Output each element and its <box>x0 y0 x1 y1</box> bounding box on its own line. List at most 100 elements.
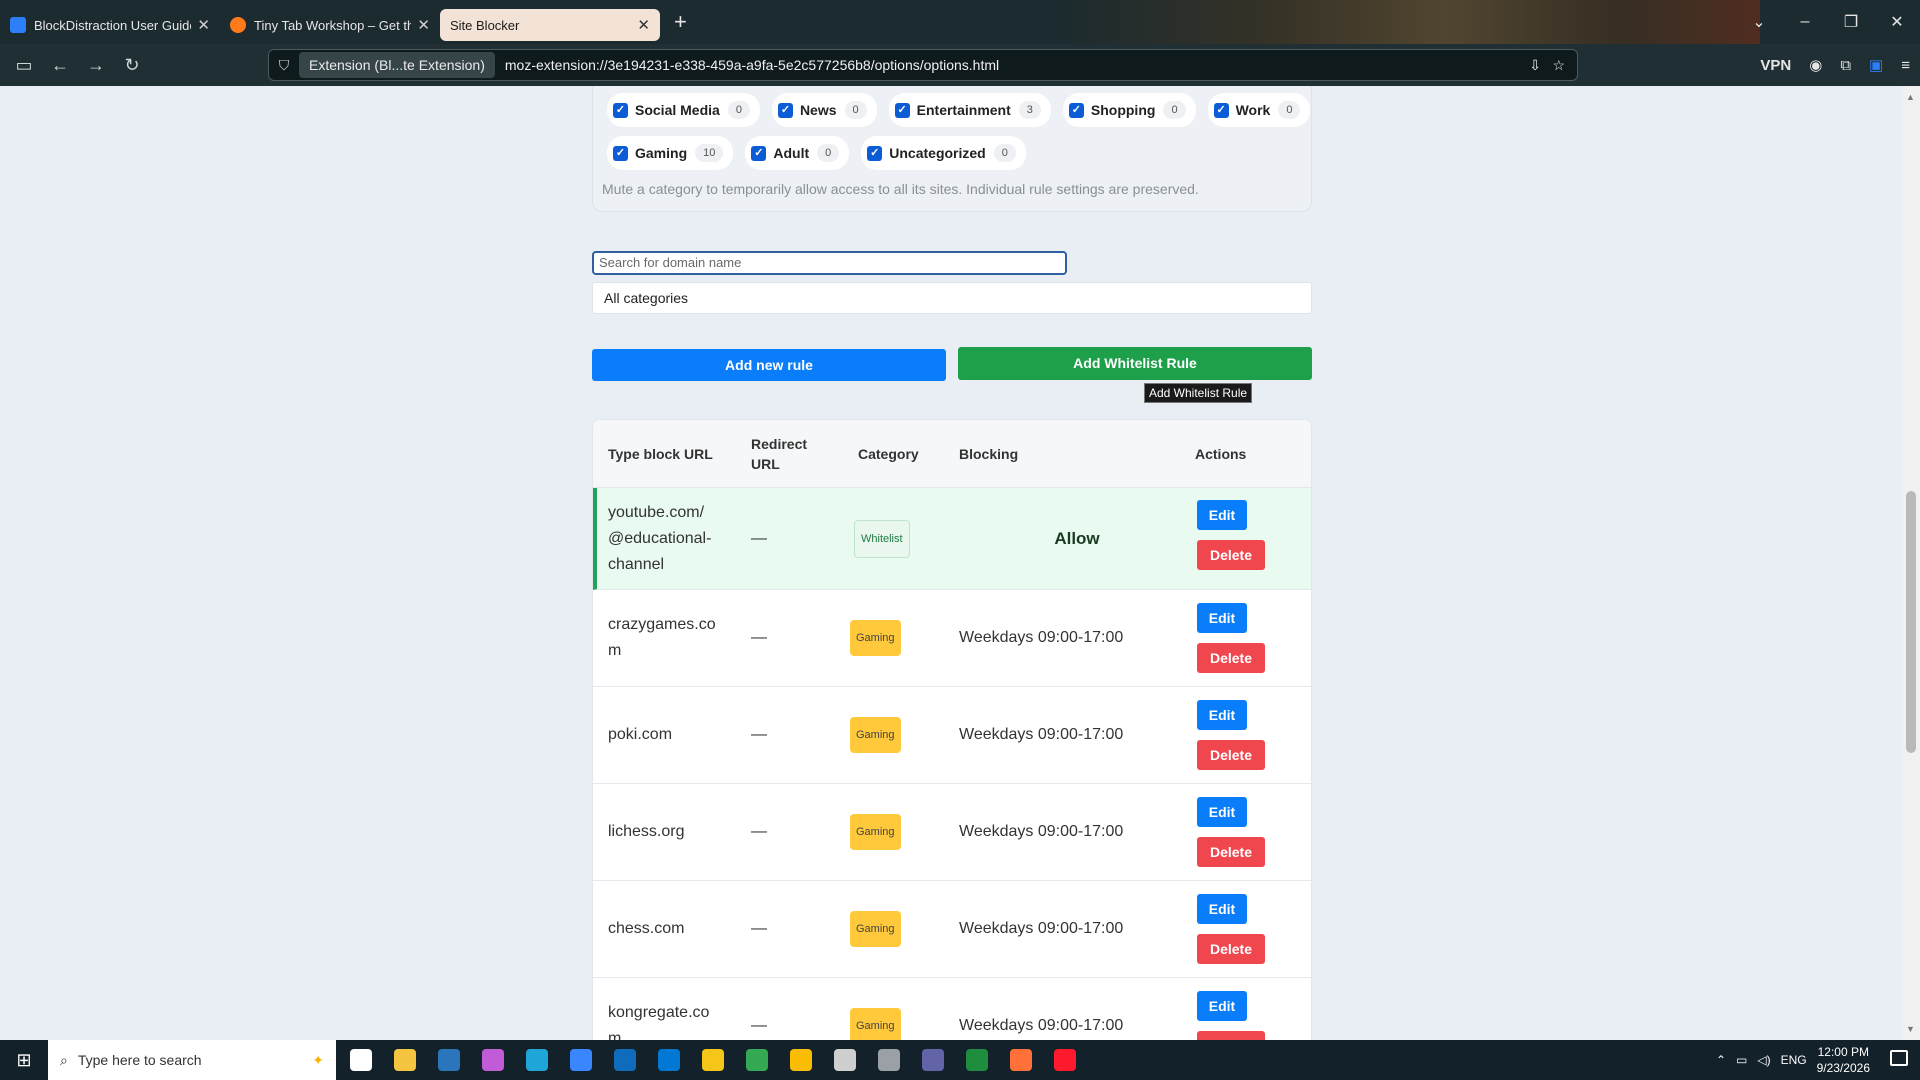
page-action-icon[interactable]: ⇩ <box>1529 57 1541 74</box>
delete-button[interactable]: Delete <box>1197 837 1265 867</box>
category-chip-gaming[interactable]: ✓ Gaming 10 <box>607 136 734 170</box>
account-icon[interactable]: ◉ <box>1809 56 1822 74</box>
delete-button[interactable]: Delete <box>1197 643 1265 673</box>
tab-site-blocker[interactable]: Site Blocker ✕ <box>440 9 660 41</box>
sheets-icon[interactable] <box>966 1049 988 1071</box>
rule-redirect: — <box>751 629 767 646</box>
back-icon[interactable]: ← <box>42 55 78 76</box>
system-tray: ⌃ ▭ ◁) ENG 12:00 PM 9/23/2026 <box>1716 1040 1870 1080</box>
tray-chevron-icon[interactable]: ⌃ <box>1716 1053 1726 1067</box>
taskbar-search[interactable]: ⌕ Type here to search ✦ <box>48 1040 336 1080</box>
chip-label: News <box>799 102 837 118</box>
edit-button[interactable]: Edit <box>1197 894 1247 924</box>
reload-icon[interactable]: ↻ <box>114 55 150 76</box>
header-blocking: Blocking <box>959 446 1019 462</box>
opera-icon[interactable] <box>1054 1049 1076 1071</box>
close-tab-icon[interactable]: ✕ <box>197 16 210 34</box>
checkbox-icon[interactable]: ✓ <box>867 145 883 161</box>
store-icon[interactable] <box>570 1049 592 1071</box>
delete-button[interactable]: Delete <box>1197 934 1265 964</box>
delete-button[interactable]: Delete <box>1197 1031 1265 1040</box>
scrollbar-thumb[interactable] <box>1906 491 1916 753</box>
edge-icon[interactable] <box>526 1049 548 1071</box>
scroll-up-icon[interactable]: ▲ <box>1906 92 1915 102</box>
edit-button[interactable]: Edit <box>1197 603 1247 633</box>
table-row: crazygames.co m — Gaming Weekdays 09:00-… <box>593 590 1311 687</box>
shield-icon[interactable]: ⛉ <box>269 57 299 74</box>
checkbox-icon[interactable]: ✓ <box>1068 102 1084 118</box>
teams-icon[interactable] <box>922 1049 944 1071</box>
category-chip-social-media[interactable]: ✓ Social Media 0 <box>607 93 760 127</box>
blockdistraction-extension-icon[interactable]: ▣ <box>1869 56 1883 74</box>
edit-button[interactable]: Edit <box>1197 991 1247 1021</box>
edit-button[interactable]: Edit <box>1197 500 1247 530</box>
category-chip-entertainment[interactable]: ✓ Entertainment 3 <box>888 93 1051 127</box>
row-actions: Edit Delete <box>1197 488 1311 589</box>
network-icon[interactable]: ▭ <box>1736 1053 1747 1067</box>
notification-icon[interactable] <box>1890 1050 1908 1066</box>
drive-icon[interactable] <box>790 1049 812 1071</box>
minimize-icon[interactable]: – <box>1782 13 1828 31</box>
scroll-down-icon[interactable]: ▼ <box>1906 1024 1915 1034</box>
checkbox-icon[interactable]: ✓ <box>1213 102 1229 118</box>
vscode-icon[interactable] <box>658 1049 680 1071</box>
windows-start-icon[interactable]: ⊞ <box>0 1050 48 1071</box>
close-tab-icon[interactable]: ✕ <box>637 16 650 34</box>
category-chip-shopping[interactable]: ✓ Shopping 0 <box>1062 93 1196 127</box>
checkbox-icon[interactable]: ✓ <box>777 102 793 118</box>
close-window-icon[interactable]: ✕ <box>1874 12 1920 32</box>
category-filter-select[interactable]: All categories <box>592 282 1312 314</box>
category-chip-news[interactable]: ✓ News 0 <box>771 93 877 127</box>
edit-button[interactable]: Edit <box>1197 797 1247 827</box>
category-chip-uncategorized[interactable]: ✓ Uncategorized 0 <box>861 136 1026 170</box>
close-tab-icon[interactable]: ✕ <box>417 16 430 34</box>
checkbox-icon[interactable]: ✓ <box>894 102 910 118</box>
extension-identity[interactable]: Extension (Bl...te Extension) <box>299 52 495 78</box>
rule-url: chess.com <box>608 920 685 937</box>
calculator-icon[interactable] <box>878 1049 900 1071</box>
search-highlight-icon: ✦ <box>312 1051 324 1068</box>
page-scrollbar[interactable]: ▲ ▼ <box>1902 86 1920 1040</box>
table-row: kongregate.co m — Gaming Weekdays 09:00-… <box>593 978 1311 1040</box>
menu-icon[interactable]: ≡ <box>1901 57 1910 74</box>
url-bar[interactable]: ⛉ Extension (Bl...te Extension) moz-exte… <box>268 49 1578 81</box>
category-chip-adult[interactable]: ✓ Adult 0 <box>745 136 850 170</box>
inkscape-icon[interactable] <box>834 1049 856 1071</box>
search-icon: ⌕ <box>60 1051 68 1068</box>
steam-icon[interactable] <box>438 1049 460 1071</box>
task-view-icon[interactable] <box>350 1049 372 1071</box>
bookmark-star-icon[interactable]: ☆ <box>1552 57 1565 74</box>
tab-tiny-tab-workshop[interactable]: Tiny Tab Workshop – Get this Th ✕ <box>220 9 440 41</box>
domain-search-input[interactable]: Search for domain name <box>592 251 1067 275</box>
new-tab-icon[interactable]: + <box>674 9 687 35</box>
rule-redirect: — <box>751 726 767 743</box>
clock[interactable]: 12:00 PM 9/23/2026 <box>1817 1044 1870 1076</box>
checkbox-icon[interactable]: ✓ <box>751 145 767 161</box>
delete-button[interactable]: Delete <box>1197 540 1265 570</box>
vpn-button[interactable]: VPN <box>1760 57 1791 74</box>
tab-list-icon[interactable]: ⌄ <box>1736 12 1782 32</box>
checkbox-icon[interactable]: ✓ <box>613 145 628 161</box>
add-whitelist-rule-button[interactable]: Add Whitelist Rule <box>958 347 1312 380</box>
checkbox-icon[interactable]: ✓ <box>613 102 628 118</box>
firefox-icon[interactable] <box>1010 1049 1032 1071</box>
add-new-rule-button[interactable]: Add new rule <box>592 349 946 381</box>
url-text[interactable]: moz-extension://3e194231-e338-459a-a9fa-… <box>505 57 999 73</box>
sidebar-icon[interactable]: ▭ <box>6 55 42 76</box>
tab-blockdistraction-guide[interactable]: BlockDistraction User Guide: Ru ✕ <box>0 9 220 41</box>
outlook-icon[interactable] <box>614 1049 636 1071</box>
extensions-icon[interactable]: ⧉ <box>1840 57 1851 74</box>
category-chip-work[interactable]: ✓ Work 0 <box>1207 93 1311 127</box>
norton-icon[interactable] <box>702 1049 724 1071</box>
delete-button[interactable]: Delete <box>1197 740 1265 770</box>
rule-url: youtube.com/ @educational- channel <box>608 503 712 573</box>
restore-icon[interactable]: ❐ <box>1828 12 1874 32</box>
forward-icon[interactable]: → <box>78 55 114 76</box>
edit-button[interactable]: Edit <box>1197 700 1247 730</box>
file-explorer-icon[interactable] <box>394 1049 416 1071</box>
volume-icon[interactable]: ◁) <box>1757 1053 1770 1067</box>
tab-title: Tiny Tab Workshop – Get this Th <box>254 17 412 33</box>
language-indicator[interactable]: ENG <box>1781 1053 1807 1067</box>
chrome-icon[interactable] <box>746 1049 768 1071</box>
copilot-icon[interactable] <box>482 1049 504 1071</box>
